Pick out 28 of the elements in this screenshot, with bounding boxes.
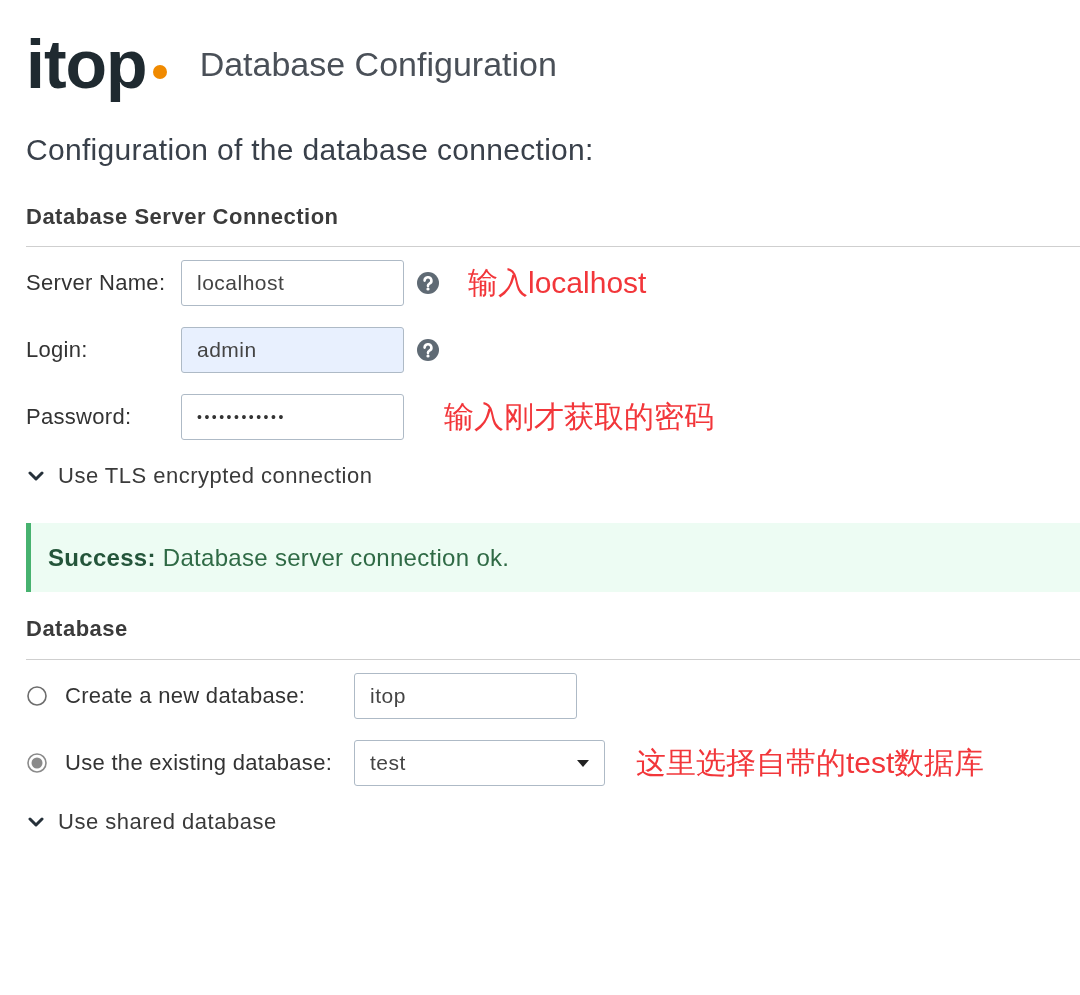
field-label: Server Name: (26, 270, 167, 296)
option-label: Create a new database: (65, 683, 307, 709)
radio-button[interactable] (27, 686, 47, 706)
database-name-field[interactable]: itop (354, 673, 577, 719)
password-field[interactable]: •••••••••••• (181, 394, 404, 440)
radio-button[interactable] (27, 753, 47, 773)
option-label: Use the existing database: (65, 750, 334, 776)
logo-dot-icon (152, 65, 167, 79)
annotation-text: 输入localhost (468, 264, 647, 301)
intro-text: Configuration of the database connection: (26, 132, 594, 168)
text-field[interactable]: localhost (181, 260, 404, 306)
alert-message: Success: Database server connection ok. (48, 543, 510, 572)
page-title: Database Configuration (199, 44, 557, 84)
section-heading: Database Server Connection (26, 204, 339, 229)
help-icon[interactable] (417, 339, 439, 361)
database-dropdown[interactable]: test (354, 740, 605, 786)
tls-toggle[interactable]: Use TLS encrypted connection (26, 464, 373, 488)
text-field[interactable]: admin (181, 327, 404, 373)
annotation-text: 输入刚才获取的密码 (444, 398, 714, 435)
shared-database-toggle[interactable]: Use shared database (26, 810, 277, 834)
annotation-text: 这里选择自带的test数据库 (636, 744, 985, 781)
caret-icon (577, 759, 589, 767)
section-heading: Database (26, 616, 128, 641)
help-icon[interactable] (417, 272, 439, 294)
chevron-down-icon (28, 471, 44, 481)
field-label: Login: (26, 337, 89, 363)
chevron-down-icon (28, 817, 44, 827)
field-label: Password: (26, 404, 133, 430)
